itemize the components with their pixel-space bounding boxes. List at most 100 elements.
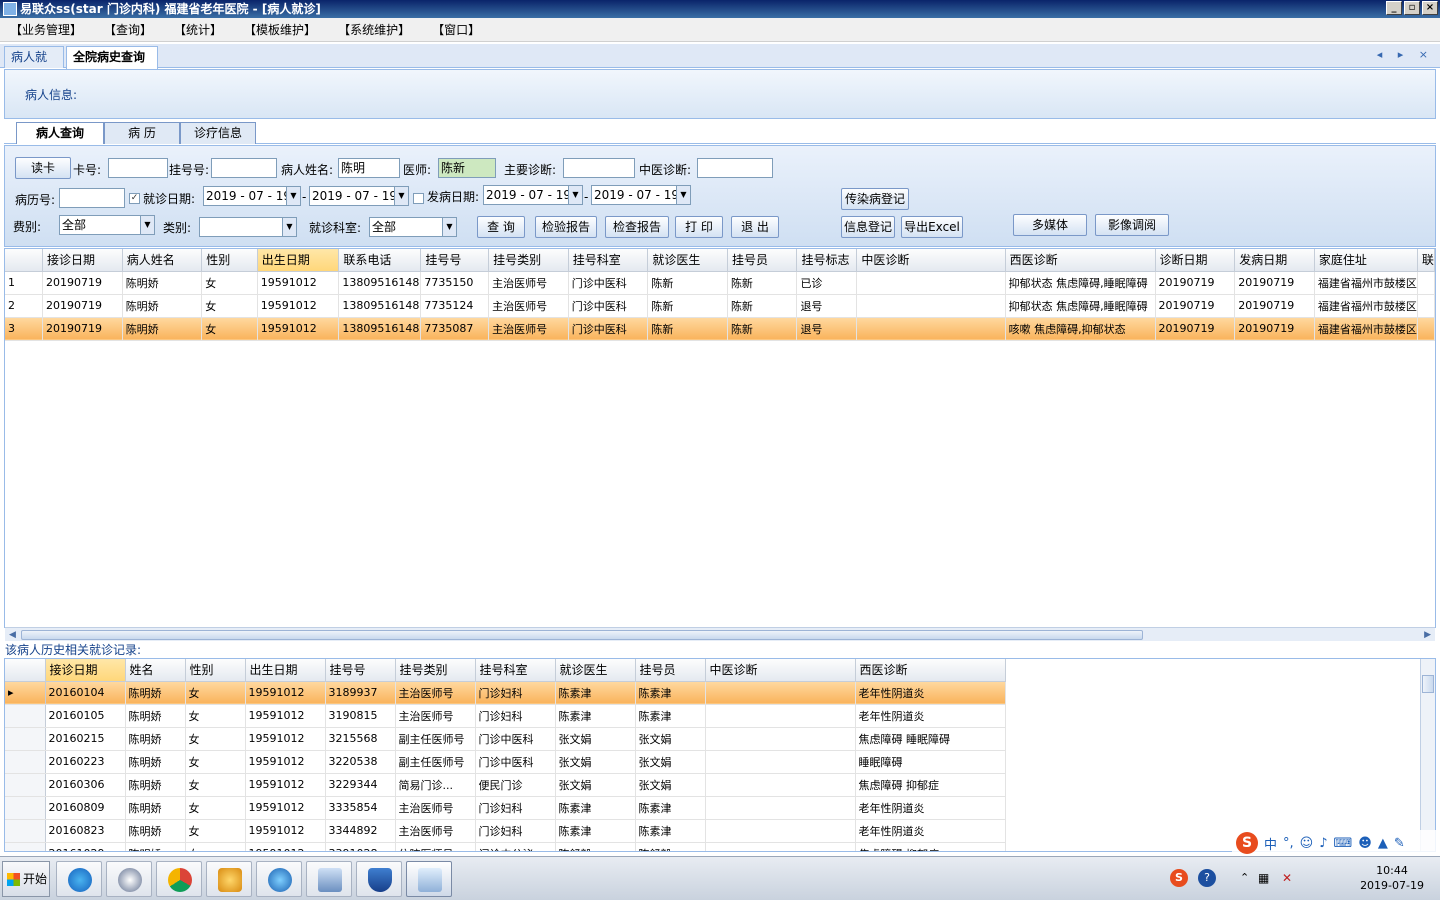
query-button[interactable]: 查 询 <box>477 216 525 238</box>
reg-no-input[interactable] <box>211 158 277 178</box>
onset-date-checkbox[interactable] <box>413 193 424 204</box>
microphone-icon[interactable]: ♪ <box>1319 836 1327 851</box>
hist-col-header[interactable] <box>5 659 46 682</box>
main-col-header[interactable]: 发病日期 <box>1234 249 1315 272</box>
skin-icon[interactable]: ▲ <box>1378 836 1388 851</box>
history-row[interactable]: 20161029陈明娇女195910123391028住院医师号门诊内分泌陈舒毅… <box>5 842 1006 851</box>
vertical-scrollbar[interactable] <box>1420 659 1435 851</box>
chevron-down-icon[interactable]: ▼ <box>568 186 582 204</box>
maximize-button[interactable]: ▫ <box>1404 1 1420 15</box>
main-col-header[interactable]: 挂号标志 <box>796 249 858 272</box>
main-col-header[interactable] <box>5 249 44 272</box>
main-col-header[interactable]: 出生日期 <box>257 249 340 272</box>
export-excel-button[interactable]: 导出Excel <box>901 216 963 238</box>
history-row[interactable]: 20160823 陈明娇女 19591012 3344892 主治医师号 门诊妇科 陈素津陈… <box>5 819 1006 843</box>
history-row[interactable]: 20160105 陈明娇女 19591012 3190815 主治医师号 门诊妇科 陈素津陈… <box>5 704 1006 728</box>
clock[interactable]: 10:44 2019-07-19 <box>1360 863 1424 893</box>
keyboard-icon[interactable]: ⌨ <box>1334 836 1353 851</box>
menu-system[interactable]: 【系统维护】 <box>338 21 410 38</box>
taskbar-ie[interactable] <box>56 861 102 897</box>
ime-lang-toggle[interactable]: 中 <box>1264 834 1277 853</box>
sogou-tray-icon[interactable]: S <box>1170 869 1188 887</box>
help-icon[interactable]: ? <box>1198 869 1216 887</box>
main-col-header[interactable]: 就诊医生 <box>647 249 728 272</box>
taskbar-his-app[interactable] <box>406 861 452 897</box>
main-diagnosis-input[interactable] <box>563 158 635 178</box>
volume-muted-icon[interactable]: ✕ <box>1282 871 1292 885</box>
hist-col-header[interactable]: 挂号员 <box>635 659 706 682</box>
ime-punct-toggle[interactable]: °, <box>1283 836 1294 851</box>
hist-col-header[interactable]: 挂号类别 <box>395 659 476 682</box>
hist-col-header[interactable]: 挂号号 <box>325 659 396 682</box>
scroll-right-icon[interactable]: ▶ <box>1424 628 1431 642</box>
user-icon[interactable]: ☻ <box>1358 836 1372 851</box>
close-button[interactable]: × <box>1422 1 1438 15</box>
onset-date-from[interactable]: 2019 - 07 - 19 ▼ <box>483 185 583 205</box>
hist-col-header[interactable]: 出生日期 <box>245 659 326 682</box>
lab-report-button[interactable]: 检验报告 <box>535 216 597 238</box>
main-col-header[interactable]: 挂号科室 <box>568 249 649 272</box>
tab-nav-controls[interactable]: ◂ ▸ × <box>1377 48 1434 61</box>
patient-name-input[interactable]: 陈明 <box>338 158 400 178</box>
exam-report-button[interactable]: 检查报告 <box>605 216 669 238</box>
hist-col-header[interactable]: 性别 <box>185 659 246 682</box>
main-col-header[interactable]: 诊断日期 <box>1155 249 1236 272</box>
hist-col-header[interactable]: 西医诊断 <box>855 659 1006 682</box>
fee-type-select[interactable]: 全部 ▼ <box>59 215 155 235</box>
card-no-input[interactable] <box>108 158 168 178</box>
history-row[interactable]: ▸ 20160104 陈明娇女 19591012 3189937 主治医师号 门诊妇科 陈素津… <box>5 681 1006 705</box>
doctor-input[interactable]: 陈新 <box>438 158 496 178</box>
info-register-button[interactable]: 信息登记 <box>841 216 895 238</box>
chevron-down-icon[interactable]: ▼ <box>140 216 154 234</box>
minimize-button[interactable]: _ <box>1386 1 1402 15</box>
visit-date-to[interactable]: 2019 - 07 - 19 ▼ <box>309 186 409 206</box>
menu-business[interactable]: 【业务管理】 <box>10 21 82 38</box>
tab-patient-query[interactable]: 病人查询 <box>16 122 104 144</box>
chevron-down-icon[interactable]: ▼ <box>286 187 300 205</box>
taskbar-app-blue[interactable] <box>256 861 302 897</box>
taskbar-shield[interactable] <box>356 861 402 897</box>
window-title-bar[interactable]: 易联众ss(star 门诊内科) 福建省老年医院 - [病人就诊] _ ▫ × <box>0 0 1440 18</box>
main-col-header[interactable]: 病人姓名 <box>122 249 203 272</box>
main-col-header[interactable]: 中医诊断 <box>856 249 1006 272</box>
chevron-down-icon[interactable]: ▼ <box>442 218 456 236</box>
print-button[interactable]: 打 印 <box>675 216 723 238</box>
tab-medical-record[interactable]: 病 历 <box>104 122 180 144</box>
menu-query[interactable]: 【查询】 <box>104 21 152 38</box>
chevron-down-icon[interactable]: ▼ <box>676 186 690 204</box>
visit-row[interactable]: 3 20190719 陈明娇女 19591012 13809516148 7735087 主… <box>5 317 1435 341</box>
main-col-header[interactable]: 挂号类别 <box>488 249 569 272</box>
chevron-down-icon[interactable]: ▼ <box>282 218 296 236</box>
main-col-header[interactable]: 接诊日期 <box>42 249 123 272</box>
history-row[interactable]: 20160809 陈明娇女 19591012 3335854 主治医师号 门诊妇科 陈素津陈… <box>5 796 1006 820</box>
hist-col-header[interactable]: 挂号科室 <box>475 659 556 682</box>
horizontal-scrollbar[interactable]: ◀ ▶ <box>5 627 1435 641</box>
visit-date-checkbox[interactable]: ✓ <box>129 193 140 204</box>
main-col-header[interactable]: 西医诊断 <box>1005 249 1156 272</box>
visit-row[interactable]: 2 20190719 陈明娇女 19591012 13809516148 7735124 主… <box>5 294 1435 318</box>
history-row[interactable]: 20160223 陈明娇女 19591012 3220538 副主任医师号 门诊中医科 张文… <box>5 750 1006 774</box>
menu-statistics[interactable]: 【统计】 <box>174 21 222 38</box>
hist-col-header[interactable]: 接诊日期 <box>45 659 126 682</box>
visit-date-from[interactable]: 2019 - 07 - 19 ▼ <box>203 186 301 206</box>
record-no-input[interactable] <box>59 188 125 208</box>
main-col-header[interactable]: 挂号号 <box>420 249 490 272</box>
wrench-icon[interactable]: ✎ <box>1394 836 1405 851</box>
scroll-left-icon[interactable]: ◀ <box>9 628 16 642</box>
imaging-button[interactable]: 影像调阅 <box>1095 214 1169 236</box>
history-row[interactable]: 20160215 陈明娇女 19591012 3215568 副主任医师号 门诊中医科 张文… <box>5 727 1006 751</box>
dept-select[interactable]: 全部 ▼ <box>369 217 457 237</box>
main-col-header[interactable]: 联系电话 <box>338 249 422 272</box>
history-row[interactable]: 20160306 陈明娇女 19591012 3229344 简易门诊... 便民门诊 张文… <box>5 773 1006 797</box>
tab-treatment-info[interactable]: 诊疗信息 <box>180 122 256 144</box>
scroll-thumb[interactable] <box>1422 675 1434 693</box>
main-col-header[interactable]: 联 <box>1417 249 1435 272</box>
start-button[interactable]: 开始 <box>2 861 50 897</box>
ime-toolbar[interactable]: S 中 °, ☺ ♪ ⌨ ☻ ▲ ✎ <box>1232 830 1438 856</box>
hist-col-header[interactable]: 中医诊断 <box>705 659 856 682</box>
network-tray-icon[interactable]: ▦ <box>1258 871 1269 885</box>
main-col-header[interactable]: 性别 <box>201 249 258 272</box>
category-select[interactable]: ▼ <box>199 217 297 237</box>
menu-template[interactable]: 【模板维护】 <box>244 21 316 38</box>
multimedia-button[interactable]: 多媒体 <box>1013 214 1087 236</box>
